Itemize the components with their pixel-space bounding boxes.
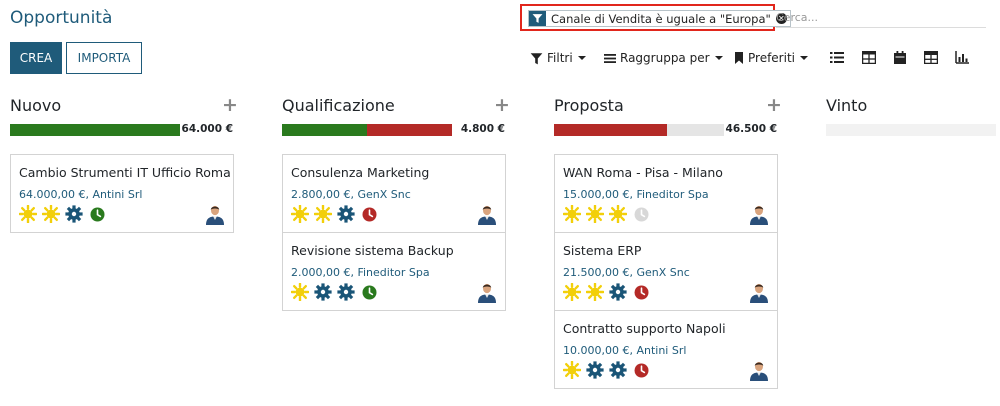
card-amount-customer: 2.000,00 €, Fineditor Spa [291,266,430,279]
card-amount-customer: 15.000,00 €, Fineditor Spa [563,188,709,201]
sun-icon[interactable] [609,205,627,223]
gear-icon[interactable] [586,361,604,379]
sun-icon[interactable] [42,205,60,223]
column-title: Vinto [826,96,868,115]
column-progress-bar[interactable] [826,124,996,136]
import-button[interactable]: IMPORTA [66,42,142,74]
column-progress-bar[interactable] [282,124,452,136]
search-input[interactable] [776,8,986,28]
card-amount-customer: 64.000,00 €, Antini Srl [19,188,143,201]
column-total: 46.500 € [725,123,777,135]
pivot-view-icon[interactable] [924,51,938,64]
graph-view-icon[interactable] [955,51,969,64]
sun-icon[interactable] [586,283,604,301]
chevron-down-icon [800,56,808,60]
opportunity-card[interactable]: Cambio Strumenti IT Ufficio Roma 64.000,0… [10,154,234,233]
progress-segment-red[interactable] [367,124,452,136]
calendar-view-icon[interactable] [893,51,907,64]
chevron-down-icon [577,56,586,60]
sun-icon[interactable] [586,205,604,223]
card-priority-stars[interactable] [563,205,649,223]
opportunity-card[interactable]: WAN Roma - Pisa - Milano 15.000,00 €, Fin… [554,154,778,233]
card-amount-customer: 21.500,00 €, GenX Snc [563,266,690,279]
column-title: Qualificazione [282,96,395,115]
groupby-menu[interactable]: Raggruppa per [604,51,723,65]
add-card-icon[interactable]: + [494,94,510,116]
activity-clock-icon[interactable] [632,363,649,378]
column-total: 64.000 € [181,123,233,135]
sun-icon[interactable] [19,205,37,223]
card-priority-stars[interactable] [563,283,649,301]
progress-segment-red[interactable] [554,124,668,136]
add-card-icon[interactable]: + [222,94,238,116]
gear-icon[interactable] [65,205,83,223]
search-facet[interactable]: Canale di Vendita è uguale a "Europa" ✕ [528,10,791,27]
card-title: Sistema ERP [563,243,642,258]
activity-clock-icon[interactable] [360,207,377,222]
card-priority-stars[interactable] [291,205,377,223]
filters-label: Filtri [547,51,573,65]
card-title: Consulenza Marketing [291,165,430,180]
list-view-icon[interactable] [830,51,844,64]
progress-segment-gray[interactable] [667,124,724,136]
column-progress-bar[interactable] [10,124,180,136]
sun-icon[interactable] [314,205,332,223]
filters-menu[interactable]: Filtri [530,51,586,65]
gear-icon[interactable] [314,283,332,301]
opportunity-card[interactable]: Contratto supporto Napoli 10.000,00 €, An… [554,310,778,389]
opportunity-card[interactable]: Consulenza Marketing 2.800,00 €, GenX Snc [282,154,506,233]
filter-icon [529,11,546,26]
gear-icon[interactable] [609,283,627,301]
card-priority-stars[interactable] [291,283,377,301]
gear-icon[interactable] [609,361,627,379]
gear-icon[interactable] [337,283,355,301]
search-facet-highlight: Canale di Vendita è uguale a "Europa" ✕ [520,4,791,31]
card-title: Contratto supporto Napoli [563,321,726,336]
gear-icon[interactable] [337,205,355,223]
bookmark-icon [735,52,743,64]
menu-icon [604,53,616,63]
progress-segment-green[interactable] [10,124,180,136]
sun-icon[interactable] [563,205,581,223]
card-title: Cambio Strumenti IT Ufficio Roma [19,165,231,180]
card-title: Revisione sistema Backup [291,243,454,258]
add-card-icon[interactable]: + [766,94,782,116]
column-total: 4.800 € [460,123,505,135]
groupby-label: Raggruppa per [620,51,710,65]
column-progress-bar[interactable] [554,124,724,136]
chevron-down-icon [714,56,723,60]
card-title: WAN Roma - Pisa - Milano [563,165,723,180]
activity-clock-icon[interactable] [88,207,105,222]
column-title: Proposta [554,96,624,115]
card-priority-stars[interactable] [563,361,649,379]
sun-icon[interactable] [291,205,309,223]
sun-icon[interactable] [563,283,581,301]
opportunity-card[interactable]: Sistema ERP 21.500,00 €, GenX Snc [554,232,778,311]
card-priority-stars[interactable] [19,205,105,223]
card-amount-customer: 10.000,00 €, Antini Srl [563,344,687,357]
facet-label: Canale di Vendita è uguale a "Europa" [551,11,771,26]
sun-icon[interactable] [563,361,581,379]
kanban-view-icon[interactable] [862,51,876,64]
column-title: Nuovo [10,96,62,115]
activity-clock-icon[interactable] [632,207,649,222]
page-title: Opportunità [10,8,113,28]
favorites-label: Preferiti [748,51,795,65]
activity-clock-icon[interactable] [632,285,649,300]
opportunity-card[interactable]: Revisione sistema Backup 2.000,00 €, Fine… [282,232,506,311]
sun-icon[interactable] [291,283,309,301]
activity-clock-icon[interactable] [360,285,377,300]
favorites-menu[interactable]: Preferiti [734,51,808,65]
filter-icon [530,52,543,64]
card-amount-customer: 2.800,00 €, GenX Snc [291,188,411,201]
create-button[interactable]: CREA [10,42,62,74]
progress-segment-green[interactable] [282,124,367,136]
